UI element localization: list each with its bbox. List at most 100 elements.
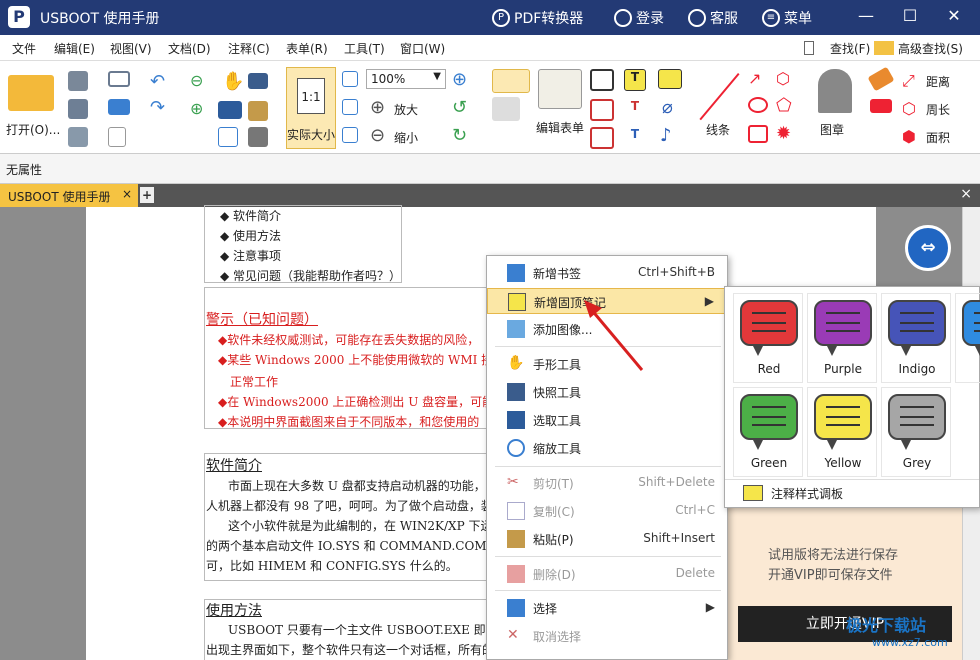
- menu-view[interactable]: 视图(V): [110, 40, 152, 57]
- menu-item-add-bookmark[interactable]: 新增书签 Ctrl+Shift+B: [487, 260, 727, 286]
- tab-document[interactable]: USBOOT 使用手册 ×: [0, 184, 138, 207]
- text-field-icon[interactable]: [590, 69, 614, 91]
- menu-item-zoom-tool[interactable]: 缩放工具: [487, 435, 727, 461]
- actual-size-button[interactable]: 1:1 实际大小: [286, 67, 336, 149]
- edit-form-icon[interactable]: [538, 69, 582, 109]
- menu-form[interactable]: 表单(R): [286, 40, 328, 57]
- menu-find[interactable]: 查找(F): [830, 40, 870, 57]
- rectangle-icon[interactable]: [748, 125, 768, 143]
- new-tab-button[interactable]: +: [140, 187, 154, 203]
- line-button[interactable]: 线条: [706, 121, 730, 138]
- camera-icon[interactable]: [248, 73, 268, 89]
- stamp-icon[interactable]: [818, 69, 852, 113]
- area-button[interactable]: 面积: [926, 129, 950, 146]
- menu-item-paste[interactable]: 粘贴(P) Shift+Insert: [487, 526, 727, 552]
- hand-tool-icon[interactable]: ✋: [222, 71, 244, 92]
- pentagon-icon[interactable]: ⬠: [776, 95, 792, 116]
- fit-visible-icon[interactable]: [342, 127, 358, 143]
- menu-edit[interactable]: 编辑(E): [54, 40, 95, 57]
- menu-button[interactable]: ≡ 菜单: [762, 8, 812, 28]
- sticky-note-icon[interactable]: [658, 69, 682, 89]
- menu-advanced-find[interactable]: 高级查找(S): [898, 40, 963, 57]
- forward-icon[interactable]: ⊕: [190, 99, 203, 118]
- zoom-out-button[interactable]: 缩小: [394, 129, 418, 146]
- menu-document[interactable]: 文档(D): [168, 40, 211, 57]
- back-icon[interactable]: ⊖: [190, 71, 203, 90]
- cloud-icon[interactable]: ✹: [776, 123, 791, 144]
- perimeter-button[interactable]: 周长: [926, 101, 950, 118]
- new-page-icon[interactable]: [108, 127, 126, 147]
- paste-icon[interactable]: [248, 101, 268, 121]
- zoom-icon[interactable]: ⊕: [452, 69, 467, 90]
- save-icon[interactable]: [68, 71, 88, 91]
- polyline-icon[interactable]: ⬡: [776, 69, 790, 88]
- convert-float-icon[interactable]: ⇔: [905, 225, 951, 271]
- pencil-icon[interactable]: [867, 66, 895, 92]
- note-color-grey[interactable]: Grey: [881, 387, 951, 477]
- undo-icon[interactable]: ↶: [150, 71, 165, 92]
- zoom-select[interactable]: 100% ▼: [366, 69, 446, 89]
- note-color-blue[interactable]: B: [955, 293, 980, 383]
- menu-window[interactable]: 窗口(W): [400, 40, 445, 57]
- select-area-icon[interactable]: [218, 127, 238, 147]
- minimize-button[interactable]: —: [854, 6, 878, 25]
- annotation-style-palette[interactable]: 注释样式调板: [771, 485, 843, 502]
- zoom-in-icon[interactable]: ⊕: [370, 97, 385, 118]
- export-icon[interactable]: [68, 127, 88, 147]
- note-tool-icon[interactable]: [492, 69, 530, 93]
- warning-title: 警示（已知问题）: [206, 312, 318, 328]
- menu-item-deselect[interactable]: ✕ 取消选择: [487, 623, 727, 649]
- menu-file[interactable]: 文件: [12, 40, 36, 57]
- close-button[interactable]: ✕: [942, 6, 966, 25]
- note-color-green[interactable]: Green: [733, 387, 803, 477]
- rotate-left-icon[interactable]: ↺: [452, 97, 467, 118]
- menu-item-select-tool[interactable]: 选取工具: [487, 407, 727, 433]
- ellipse-icon[interactable]: [748, 97, 768, 113]
- fit-page-icon[interactable]: [342, 71, 358, 87]
- stamp-button[interactable]: 图章: [820, 121, 844, 138]
- text-box-icon[interactable]: [590, 99, 614, 121]
- zoom-in-button[interactable]: 放大: [394, 101, 418, 118]
- text-select-icon[interactable]: [218, 101, 242, 119]
- underline-icon[interactable]: T: [624, 127, 646, 149]
- image-tool-icon[interactable]: [492, 97, 520, 121]
- highlight-text-icon[interactable]: T: [624, 69, 646, 91]
- sound-icon[interactable]: ♪: [660, 125, 672, 146]
- arrow-icon[interactable]: ↗: [748, 69, 761, 88]
- fit-width-icon[interactable]: [342, 99, 358, 115]
- strikeout-icon[interactable]: T: [624, 99, 646, 121]
- menu-item-cut[interactable]: ✂ 剪切(T) Shift+Delete: [487, 470, 727, 496]
- open-folder-icon[interactable]: [8, 75, 54, 111]
- open-button[interactable]: 打开(O)...: [6, 121, 60, 138]
- close-all-tabs-button[interactable]: ×: [960, 186, 972, 202]
- note-color-yellow[interactable]: Yellow: [807, 387, 877, 477]
- note-color-purple[interactable]: Purple: [807, 293, 877, 383]
- menu-item-delete[interactable]: 删除(D) Delete: [487, 561, 727, 587]
- menu-item-select[interactable]: 选择 ▶: [487, 595, 727, 621]
- callout-icon[interactable]: [590, 127, 614, 149]
- eraser-icon[interactable]: [108, 99, 130, 115]
- login-button[interactable]: 登录: [614, 8, 664, 28]
- email-icon[interactable]: [108, 71, 130, 87]
- maximize-button[interactable]: ☐: [898, 6, 922, 25]
- distance-button[interactable]: 距离: [926, 73, 950, 90]
- trash-icon: [507, 565, 525, 583]
- note-color-indigo[interactable]: Indigo: [881, 293, 951, 383]
- pdf-convert-button[interactable]: P PDF转换器: [492, 8, 583, 28]
- edit-form-button[interactable]: 编辑表单: [536, 119, 584, 136]
- menu-tools[interactable]: 工具(T): [344, 40, 385, 57]
- tab-close-icon[interactable]: ×: [122, 187, 132, 201]
- redo-icon[interactable]: ↷: [150, 97, 165, 118]
- attach-icon[interactable]: ⌀: [662, 97, 673, 118]
- service-button[interactable]: 客服: [688, 8, 738, 28]
- zoom-out-icon[interactable]: ⊖: [370, 125, 385, 146]
- menu-item-copy[interactable]: 复制(C) Ctrl+C: [487, 498, 727, 524]
- menu-comment[interactable]: 注释(C): [228, 40, 270, 57]
- eraser2-icon[interactable]: [870, 99, 892, 113]
- menu-item-snapshot-tool[interactable]: 快照工具: [487, 379, 727, 405]
- print-icon[interactable]: [68, 99, 88, 119]
- rotate-right-icon[interactable]: ↻: [452, 125, 467, 146]
- note-color-red[interactable]: Red: [733, 293, 803, 383]
- line-icon[interactable]: [699, 73, 740, 121]
- clipboard-icon[interactable]: [248, 127, 268, 147]
